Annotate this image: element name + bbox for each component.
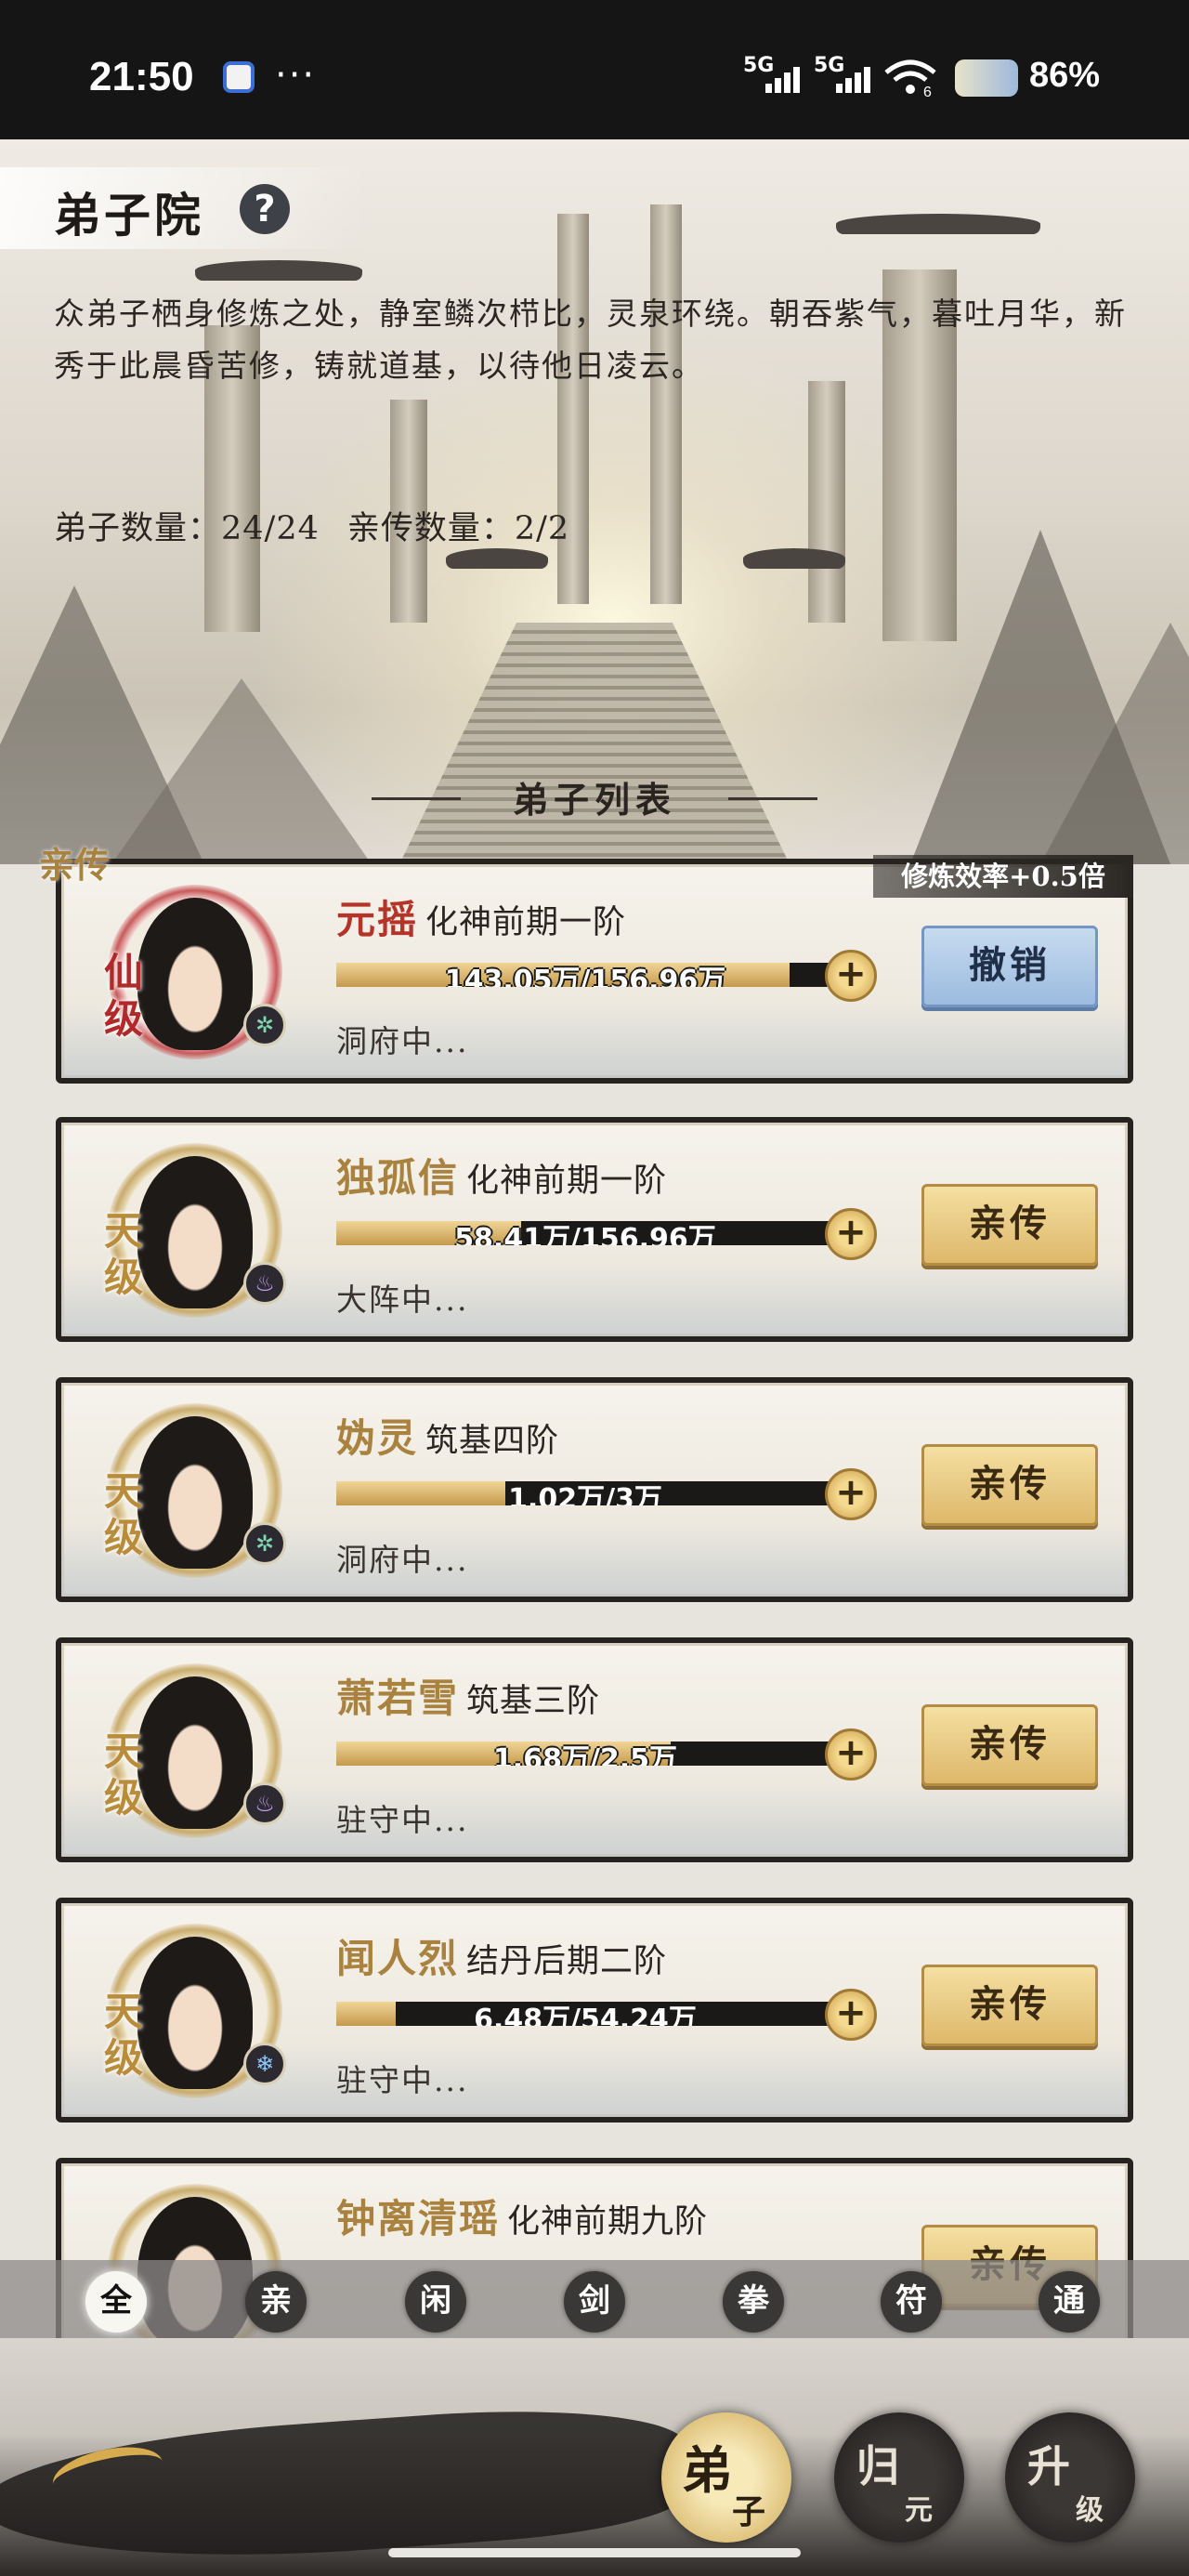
filter-tab-idle[interactable]: 闲: [405, 2271, 466, 2333]
filter-tab-fist[interactable]: 拳: [723, 2271, 784, 2333]
add-cultivation-button[interactable]: +: [825, 1728, 877, 1781]
cultivation-progress: 1.02万/3万: [336, 1481, 834, 1505]
make-direct-disciple-button[interactable]: 亲传: [921, 1704, 1098, 1786]
status-time: 21:50: [89, 54, 194, 99]
cultivation-progress: 58.41万/156.96万: [336, 1221, 834, 1245]
name-line: 钟离清瑶 化神前期九阶: [336, 2188, 708, 2244]
add-cultivation-button[interactable]: +: [825, 1989, 877, 2041]
make-direct-disciple-button[interactable]: 亲传: [921, 1965, 1098, 2046]
help-icon[interactable]: ?: [240, 184, 290, 234]
disciple-name: 元摇: [336, 897, 419, 942]
grade-label: 天级: [104, 1468, 144, 1560]
filter-tab-direct[interactable]: 亲: [245, 2271, 307, 2333]
disciple-realm: 筑基三阶: [466, 1683, 601, 1720]
nav-upgrade-button[interactable]: 升级: [1005, 2412, 1135, 2543]
name-line: 妫灵 筑基四阶: [336, 1407, 559, 1464]
wind-element-icon: ✲: [243, 1522, 286, 1565]
name-line: 独孤信 化神前期一阶: [336, 1147, 667, 1203]
disciple-name: 闻人烈: [336, 1936, 460, 1981]
cultivation-progress: 6.48万/54.24万: [336, 2002, 834, 2026]
disciple-card[interactable]: 天级 ✲ 妫灵 筑基四阶 1.02万/3万 + 洞府中... 亲传: [56, 1377, 1133, 1602]
cultivation-progress: 1.68万/2.5万: [336, 1741, 834, 1766]
disciple-name: 钟离清瑶: [336, 2196, 501, 2241]
direct-disciple-tag: 亲传: [39, 844, 111, 886]
revoke-button[interactable]: 撤销: [921, 926, 1098, 1007]
disciple-realm: 结丹后期二阶: [466, 1943, 668, 1980]
disciple-card[interactable]: 天级 ♨ 独孤信 化神前期一阶 58.41万/156.96万 + 大阵中... 亲…: [56, 1117, 1133, 1342]
battery-icon: [955, 59, 1018, 97]
bottom-nav: 弟子 归元 升级: [0, 2338, 1189, 2576]
name-line: 闻人烈 结丹后期二阶: [336, 1927, 667, 1984]
nav-disciples-button[interactable]: 弟子: [661, 2412, 791, 2543]
add-cultivation-button[interactable]: +: [825, 1208, 877, 1260]
make-direct-disciple-button[interactable]: 亲传: [921, 1444, 1098, 1526]
nav-return-button[interactable]: 归元: [834, 2412, 964, 2543]
disciple-name: 独孤信: [336, 1155, 460, 1201]
cultivation-progress: 143.05万/156.96万: [336, 963, 834, 987]
name-line: 元摇 化神前期一阶: [336, 888, 626, 945]
more-notifications-icon: ···: [275, 54, 317, 97]
status-bar: 21:50 ··· 5G 5G 6 86%: [0, 0, 1189, 139]
direct-disciple-count: 亲传数量：2/2: [346, 510, 570, 547]
list-header: 弟子列表: [372, 771, 817, 823]
count-line: 弟子数量：24/24 亲传数量：2/2: [54, 502, 597, 549]
disciple-card[interactable]: 天级 ❄ 闻人烈 结丹后期二阶 6.48万/54.24万 + 驻守中... 亲传: [56, 1898, 1133, 2123]
wifi-icon: 6: [882, 56, 938, 100]
app-notification-icon: [223, 61, 255, 93]
add-cultivation-button[interactable]: +: [825, 1468, 877, 1520]
make-direct-disciple-button[interactable]: 亲传: [921, 1184, 1098, 1266]
disciple-name: 萧若雪: [336, 1676, 460, 1721]
grade-label: 天级: [104, 1989, 144, 2081]
wind-element-icon: ✲: [243, 1004, 286, 1046]
disciple-realm: 筑基四阶: [425, 1423, 560, 1460]
battery-percent: 86%: [1029, 56, 1101, 95]
disciple-card[interactable]: 天级 ♨ 萧若雪 筑基三阶 1.68万/2.5万 + 驻守中... 亲传: [56, 1637, 1133, 1862]
grade-label: 天级: [104, 1728, 144, 1820]
add-cultivation-button[interactable]: +: [825, 950, 877, 1002]
filter-tab-general[interactable]: 通: [1039, 2271, 1100, 2333]
svg-text:6: 6: [923, 85, 932, 99]
grade-label: 天级: [104, 1208, 144, 1300]
disciple-status: 驻守中...: [336, 2062, 469, 2098]
disciple-status: 大阵中...: [336, 1281, 469, 1318]
filter-tab-talisman[interactable]: 符: [881, 2271, 942, 2333]
filter-bar: 全 亲 闲 剑 拳 符 通: [0, 2260, 1189, 2338]
signal-1-icon: 5G: [743, 54, 808, 97]
signal-2-icon: 5G: [814, 54, 879, 97]
disciple-name: 妫灵: [336, 1415, 419, 1461]
page-title: 弟子院: [54, 188, 204, 243]
disciple-status: 驻守中...: [336, 1802, 469, 1838]
disciple-realm: 化神前期一阶: [466, 1163, 668, 1200]
disciple-realm: 化神前期一阶: [425, 904, 627, 941]
filter-tab-sword[interactable]: 剑: [564, 2271, 625, 2333]
filter-tab-all[interactable]: 全: [85, 2271, 147, 2333]
ice-element-icon: ❄: [243, 2043, 286, 2085]
disciple-status: 洞府中...: [336, 1023, 469, 1059]
grade-label: 仙级: [104, 950, 144, 1042]
efficiency-boost-badge: 修炼效率+0.5倍: [873, 855, 1133, 898]
fire-element-icon: ♨: [243, 1782, 286, 1825]
fire-element-icon: ♨: [243, 1262, 286, 1305]
home-indicator[interactable]: [388, 2548, 801, 2557]
disciple-count: 弟子数量：24/24: [54, 510, 320, 547]
name-line: 萧若雪 筑基三阶: [336, 1667, 600, 1724]
disciple-status: 洞府中...: [336, 1542, 469, 1578]
disciple-realm: 化神前期九阶: [507, 2203, 709, 2241]
page-description: 众弟子栖身修炼之处，静室鳞次栉比，灵泉环绕。朝吞紫气，暮吐月华，新秀于此晨昏苦修…: [54, 296, 1127, 384]
